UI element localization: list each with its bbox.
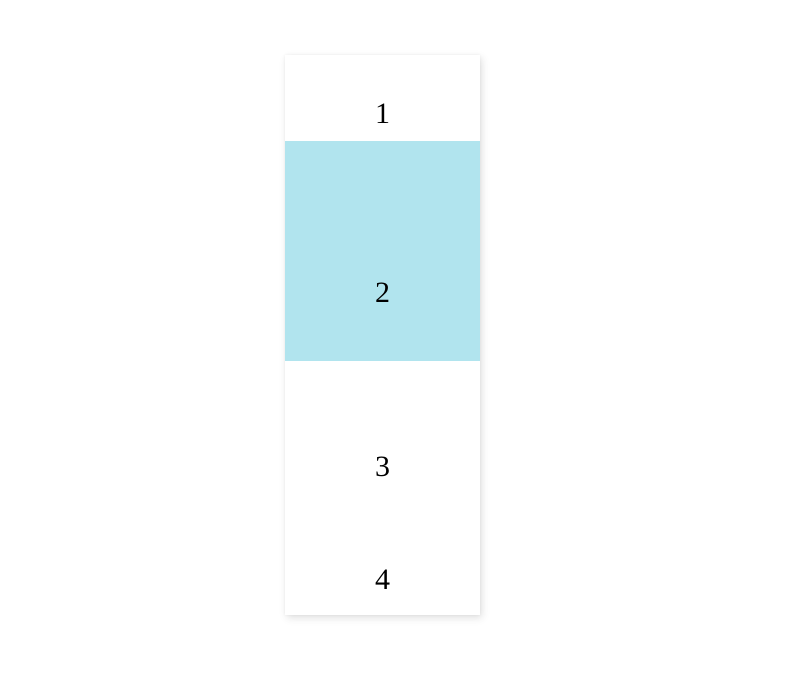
list-item: 1 xyxy=(285,55,480,131)
list-panel: 1 2 3 4 xyxy=(285,55,480,615)
list-item: 3 xyxy=(285,450,480,484)
list-item: 4 xyxy=(285,563,480,597)
list-item-highlighted: 2 xyxy=(285,141,480,361)
list-item-label: 2 xyxy=(285,276,480,310)
